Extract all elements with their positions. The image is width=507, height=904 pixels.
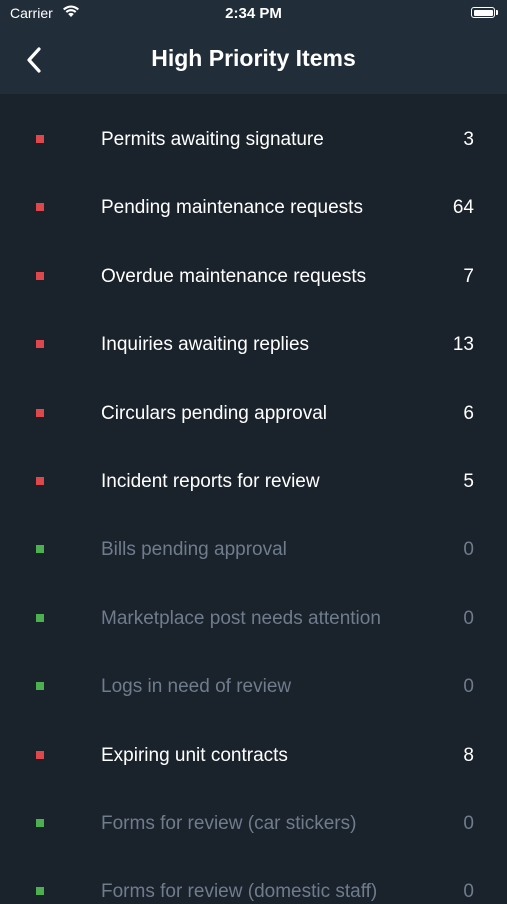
item-label: Inquiries awaiting replies: [101, 334, 310, 356]
priority-list: Permits awaiting signature 3 Pending maint…: [0, 94, 507, 902]
item-label: Expiring unit contracts: [101, 744, 288, 766]
navigation-bar: High Priority Items: [0, 28, 507, 94]
priority-indicator: [36, 340, 44, 349]
item-label: Circulars pending approval: [101, 402, 328, 424]
priority-indicator: [36, 135, 44, 143]
item-label: Logs in need of review: [101, 676, 292, 698]
priority-indicator: [36, 203, 44, 212]
item-count: 3: [463, 129, 474, 150]
priority-indicator: [36, 408, 44, 417]
item-label: Permits awaiting signature: [101, 129, 324, 150]
item-count: 6: [463, 402, 474, 424]
status-time: 2:34 PM: [225, 5, 282, 22]
item-count: 0: [463, 676, 474, 698]
item-count: 0: [463, 607, 474, 629]
priority-indicator: [36, 477, 44, 485]
item-label: Bills pending approval: [101, 539, 287, 561]
item-count: 0: [463, 813, 474, 834]
item-count: 64: [452, 197, 474, 219]
item-label: Pending maintenance requests: [101, 197, 363, 219]
item-count: 5: [463, 471, 474, 492]
item-label: Overdue maintenance requests: [101, 265, 367, 287]
page-title: High Priority Items: [151, 45, 356, 71]
priority-indicator: [36, 682, 44, 691]
item-label: Forms for review (domestic staff): [101, 881, 378, 903]
priority-indicator: [36, 613, 44, 622]
battery-icon: [471, 7, 495, 18]
item-label: Marketplace post needs attention: [101, 607, 381, 629]
priority-indicator: [36, 545, 44, 554]
item-count: 0: [463, 539, 474, 561]
item-count: 7: [463, 265, 474, 287]
battery-tip: [496, 10, 498, 15]
priority-indicator: [36, 750, 44, 759]
item-count: 13: [452, 334, 474, 356]
item-label: Incident reports for review: [101, 471, 320, 492]
priority-indicator: [36, 887, 44, 896]
priority-indicator: [36, 271, 44, 280]
item-count: 8: [463, 744, 474, 766]
status-bar: Carrier 2:34 PM: [0, 0, 507, 28]
priority-indicator: [36, 819, 44, 827]
item-count: 0: [463, 881, 474, 903]
item-label: Forms for review (car stickers): [101, 813, 357, 834]
